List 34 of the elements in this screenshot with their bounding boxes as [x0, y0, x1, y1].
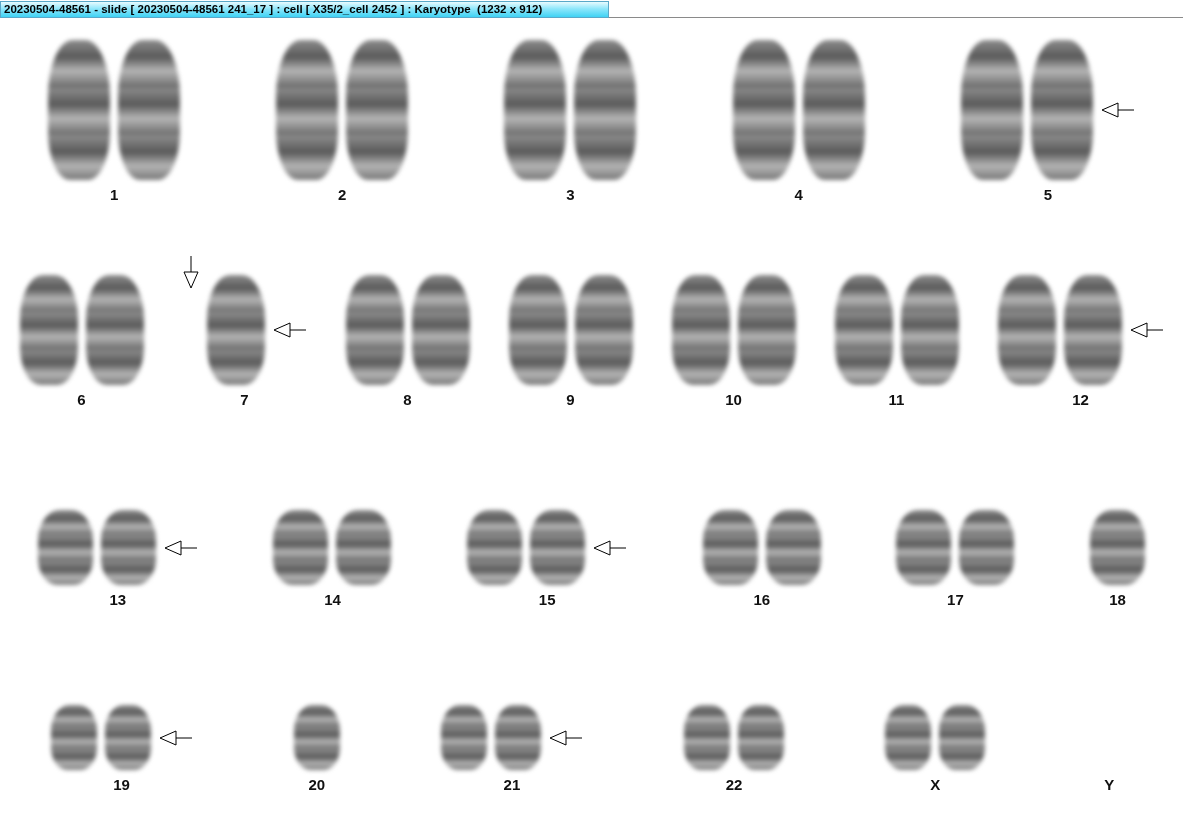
- chromosome-number: 9: [566, 391, 575, 408]
- chromosome-image: [293, 705, 340, 770]
- chromosome-image: [104, 705, 151, 770]
- chromosome-image: [738, 705, 785, 770]
- chromosome-number: 13: [109, 591, 127, 608]
- chromosome-number: 5: [1043, 186, 1052, 203]
- chromosome-number: 4: [794, 186, 803, 203]
- chromosome-number: 2: [338, 186, 347, 203]
- chromosome-image: [939, 705, 986, 770]
- chromosome-number: 16: [753, 591, 771, 608]
- chromosome-number: X: [930, 776, 941, 793]
- chromosome-number: Y: [1104, 776, 1115, 793]
- chromosome-number: 6: [77, 391, 86, 408]
- chromosome-number: 21: [503, 776, 521, 793]
- chromosome-number: 7: [240, 391, 249, 408]
- chromosome-number: 11: [888, 391, 905, 408]
- chromosome-image: [440, 705, 487, 770]
- chromosome-number: 3: [566, 186, 575, 203]
- chromosome-number: 8: [403, 391, 412, 408]
- chromosome-number: 22: [725, 776, 743, 793]
- window-title: 20230504-48561 - slide [ 20230504-48561 241_17 ] : cell [ X35/2_cell 2452 ] : Karyotype (1232 x 912): [0, 1, 609, 18]
- chromosome-image: [684, 705, 731, 770]
- chromosome-number: 20: [308, 776, 326, 793]
- chromosome-number: 12: [1072, 391, 1089, 408]
- chromosome-image: [494, 705, 541, 770]
- chromosome-number: 14: [324, 591, 341, 608]
- chromosome-number: 1: [109, 186, 119, 203]
- chromosome-number: 10: [725, 391, 742, 408]
- chromosome-number: 19: [113, 776, 130, 793]
- chromosome-image: [50, 705, 97, 770]
- chromosome-image: [885, 705, 932, 770]
- chromosome-number: 17: [947, 591, 964, 608]
- chromosome-number: 15: [538, 591, 556, 608]
- chromosome-number: 18: [1109, 591, 1126, 608]
